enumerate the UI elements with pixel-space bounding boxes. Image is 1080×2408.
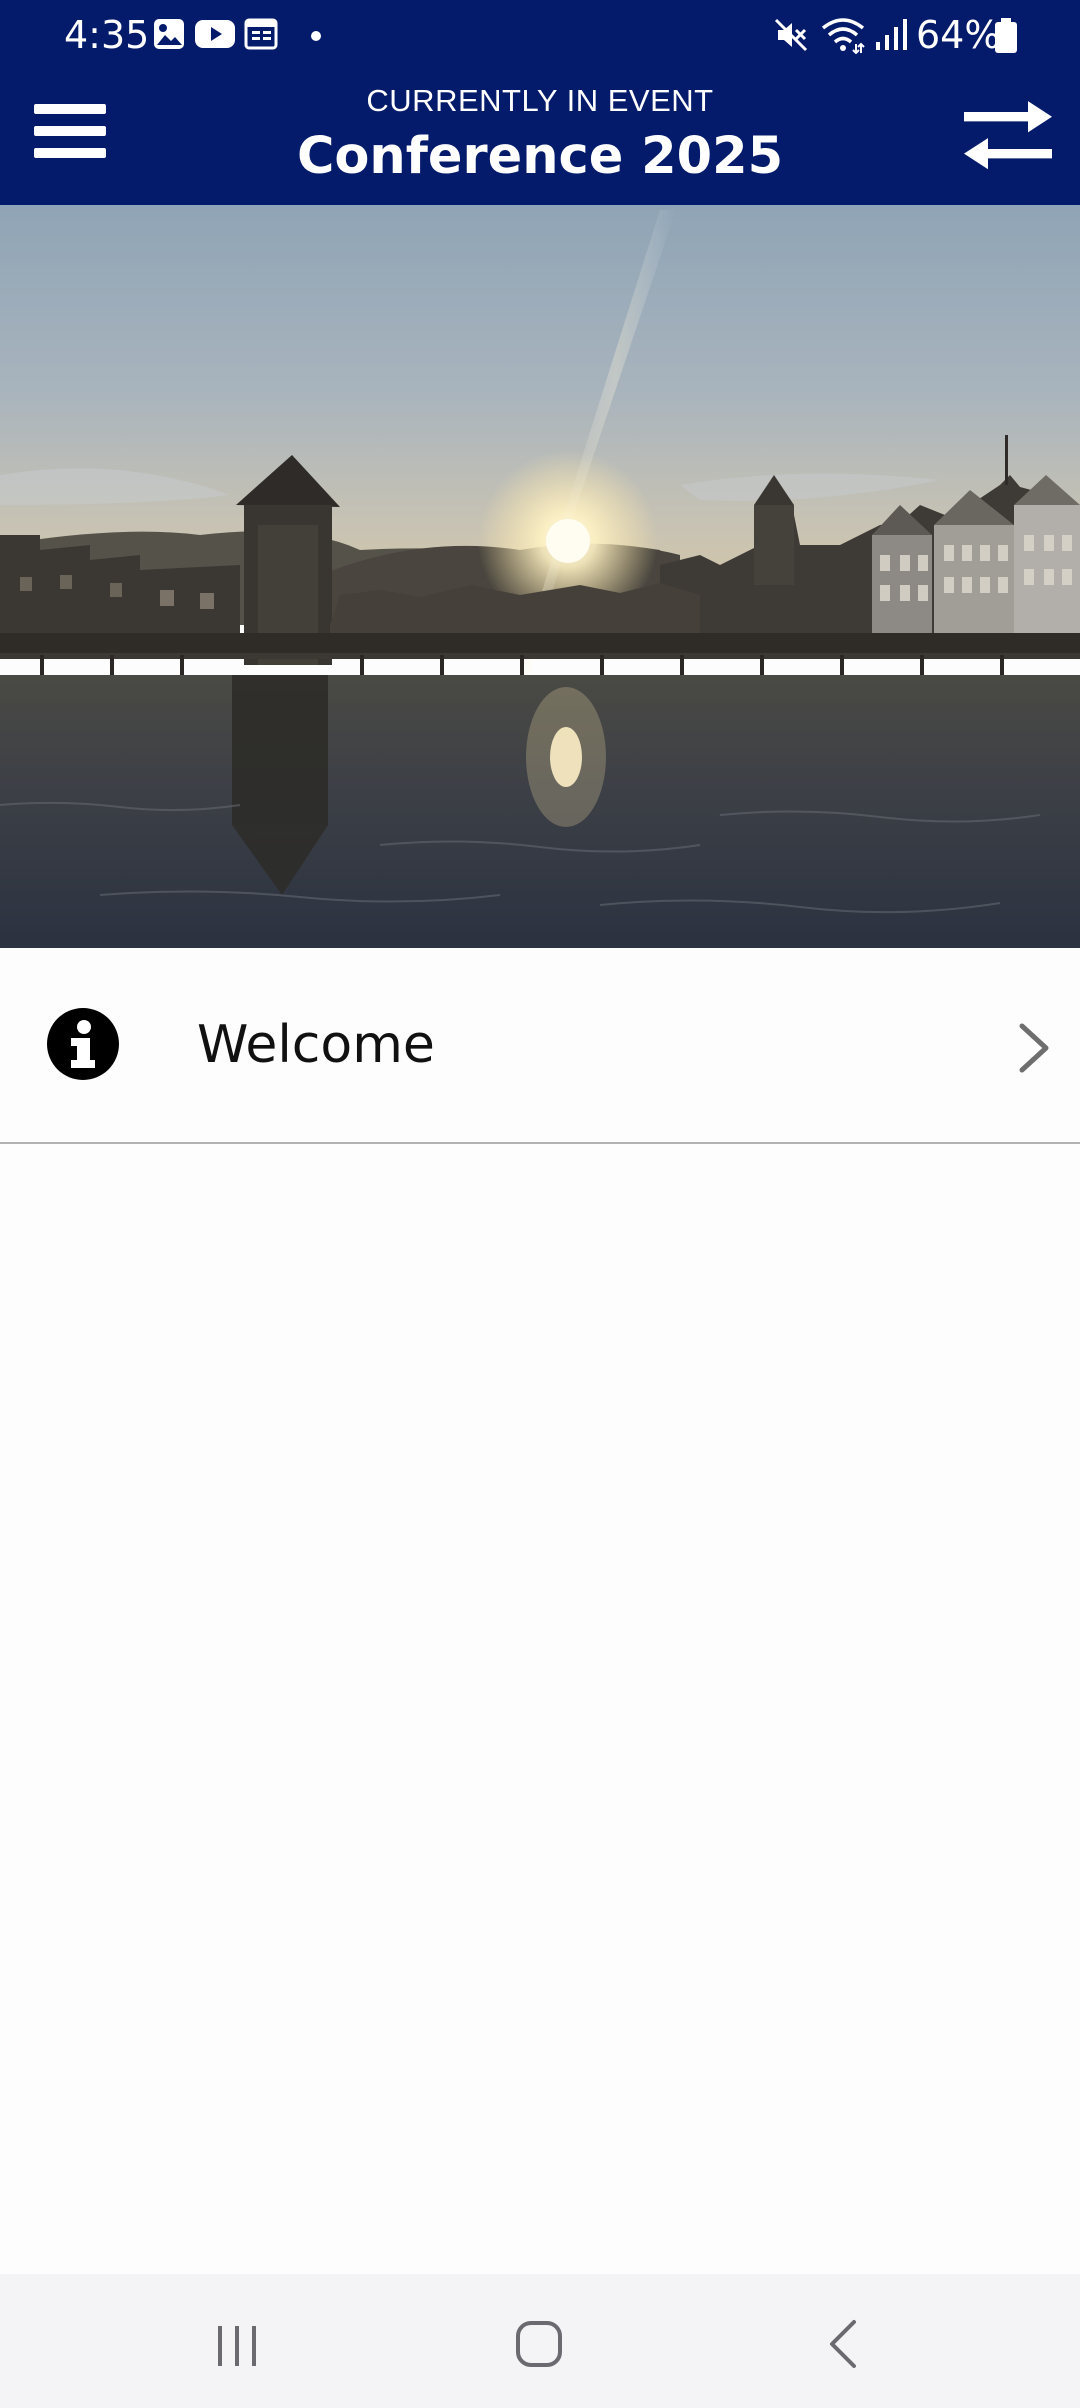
back-icon: [830, 2320, 856, 2368]
home-icon: [516, 2321, 562, 2367]
swap-arrows-icon: [964, 101, 1052, 170]
calendar-icon: [244, 17, 278, 55]
menu-item-welcome[interactable]: Welcome: [0, 948, 1080, 1144]
back-button[interactable]: [798, 2304, 888, 2384]
youtube-icon: [194, 17, 236, 55]
mute-icon: [774, 18, 808, 56]
recent-apps-button[interactable]: [192, 2304, 282, 2384]
info-icon: [47, 1008, 119, 1080]
signal-icon: [874, 18, 910, 56]
menu-item-label: Welcome: [197, 1015, 435, 1075]
status-time: 4:35: [64, 13, 150, 57]
battery-percent: 64%: [916, 13, 1001, 57]
top-bar: 4:35 64% CURRENTLY IN EVENT Conference 2…: [0, 0, 1080, 205]
event-title: Conference 2025: [296, 127, 784, 186]
recent-apps-icon: [218, 2326, 256, 2366]
event-hero-image: [0, 205, 1080, 948]
status-bar: 4:35 64%: [0, 0, 1080, 70]
event-subtitle: CURRENTLY IN EVENT: [366, 83, 714, 118]
switch-event-button[interactable]: [960, 100, 1056, 172]
status-notification-icons: [152, 18, 322, 54]
app-bar: CURRENTLY IN EVENT Conference 2025: [0, 70, 1080, 205]
content-area: [0, 1144, 1080, 2274]
system-navigation-bar: [0, 2274, 1080, 2408]
chevron-right-icon: [1019, 1023, 1049, 1073]
wifi-icon: [820, 16, 866, 58]
dot-icon: [310, 27, 322, 46]
home-button[interactable]: [494, 2304, 584, 2384]
gallery-icon: [152, 17, 186, 55]
